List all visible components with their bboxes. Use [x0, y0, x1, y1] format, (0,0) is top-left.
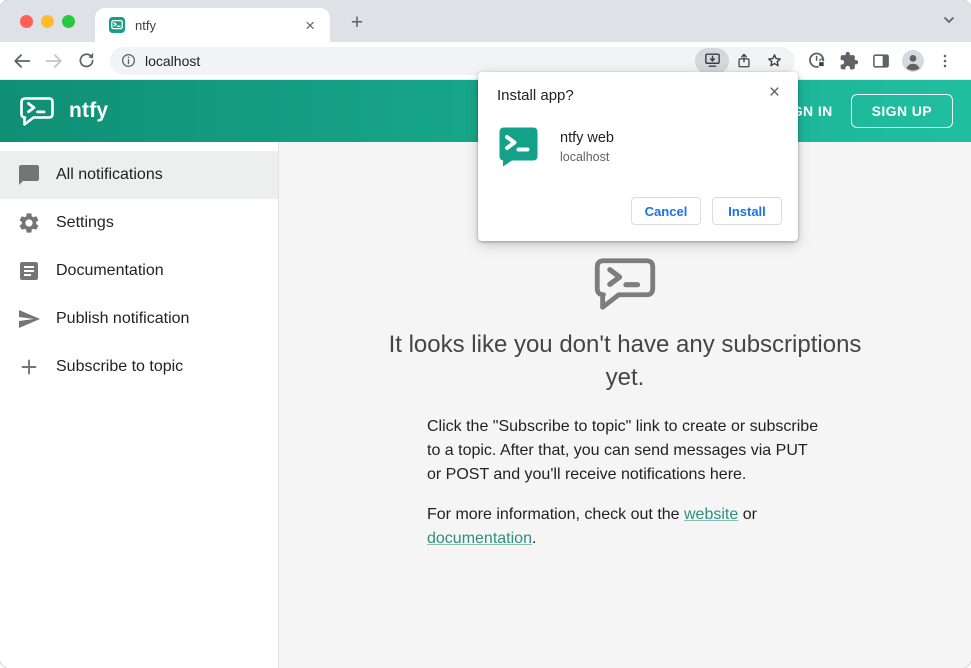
install-dialog-actions: Cancel Install [497, 197, 782, 225]
browser-menu-icon[interactable] [929, 46, 961, 76]
cancel-button[interactable]: Cancel [631, 197, 701, 225]
sidebar-item-documentation[interactable]: Documentation [0, 247, 278, 295]
browser-tab-ntfy[interactable]: ntfy × [95, 8, 330, 42]
app-title: ntfy [69, 99, 109, 122]
tab-close-icon[interactable]: × [300, 15, 320, 36]
toolbar-extensions-area [801, 46, 961, 76]
empty-state-text: Click the "Subscribe to topic" link to c… [427, 415, 823, 567]
sign-up-button[interactable]: SIGN UP [850, 94, 953, 128]
send-icon [17, 307, 41, 331]
share-button[interactable] [729, 48, 759, 74]
sidebar-item-label: Documentation [56, 262, 164, 279]
sidebar-item-label: Publish notification [56, 310, 190, 327]
paragraph-2-suffix: . [531, 530, 537, 547]
empty-state-headline: It looks like you don't have any subscri… [388, 331, 862, 391]
reload-button[interactable] [70, 46, 102, 76]
install-app-text: ntfy web localhost [560, 130, 614, 164]
install-dialog-title: Install app? [497, 87, 574, 104]
chat-icon [17, 163, 41, 187]
bookmark-star-button[interactable] [759, 48, 789, 74]
sidebar-item-publish-notification[interactable]: Publish notification [0, 295, 278, 343]
privacy-extension-icon[interactable] [801, 46, 833, 76]
install-app-dialog: Install app? × ntfy web localhost Cancel… [478, 72, 798, 241]
plus-icon [17, 355, 41, 379]
browser-window: ntfy × + localhost ntfy SIGN IN SIGN UP … [0, 0, 971, 668]
url-text[interactable]: localhost [145, 53, 695, 69]
extensions-puzzle-icon[interactable] [833, 46, 865, 76]
sidebar-item-label: All notifications [56, 166, 163, 183]
new-tab-button[interactable]: + [343, 10, 371, 38]
paragraph-2-prefix: For more information, check out the [427, 506, 684, 523]
ntfy-logo-icon [20, 96, 54, 126]
dialog-close-icon[interactable]: × [763, 81, 786, 104]
website-link[interactable]: website [684, 506, 738, 523]
ntfy-app-icon [499, 127, 538, 167]
site-info-icon[interactable] [120, 52, 137, 69]
profile-avatar[interactable] [897, 46, 929, 76]
window-minimize-button[interactable] [41, 15, 54, 28]
traffic-lights [20, 15, 75, 28]
tab-strip: ntfy × + [0, 0, 971, 42]
install-app-name: ntfy web [560, 129, 614, 146]
sidebar-item-all-notifications[interactable]: All notifications [0, 151, 278, 199]
window-close-button[interactable] [20, 15, 33, 28]
documentation-link[interactable]: documentation [427, 530, 532, 547]
tab-title: ntfy [135, 17, 156, 33]
back-button[interactable] [6, 46, 38, 76]
install-button[interactable]: Install [712, 197, 782, 225]
install-app-origin: localhost [560, 149, 610, 164]
ntfy-empty-state-logo-icon [594, 258, 656, 310]
article-icon [17, 259, 41, 283]
gear-icon [17, 211, 41, 235]
window-zoom-button[interactable] [62, 15, 75, 28]
ntfy-favicon-icon [109, 17, 125, 33]
install-app-info: ntfy web localhost [497, 125, 782, 168]
address-bar[interactable]: localhost [110, 46, 795, 75]
sidebar-item-label: Subscribe to topic [56, 358, 184, 375]
sidebar-item-subscribe-to-topic[interactable]: Subscribe to topic [0, 343, 278, 391]
sidebar-item-settings[interactable]: Settings [0, 199, 278, 247]
empty-state-paragraph-2: For more information, check out the webs… [427, 503, 823, 551]
forward-button[interactable] [38, 46, 70, 76]
sidebar: All notifications Settings Documentation… [0, 142, 279, 668]
empty-state-paragraph-1: Click the "Subscribe to topic" link to c… [427, 418, 819, 483]
tab-search-chevron-icon[interactable] [941, 12, 957, 33]
side-panel-icon[interactable] [865, 46, 897, 76]
install-app-button[interactable] [695, 47, 729, 74]
paragraph-2-middle: or [738, 506, 757, 523]
sidebar-item-label: Settings [56, 214, 114, 231]
